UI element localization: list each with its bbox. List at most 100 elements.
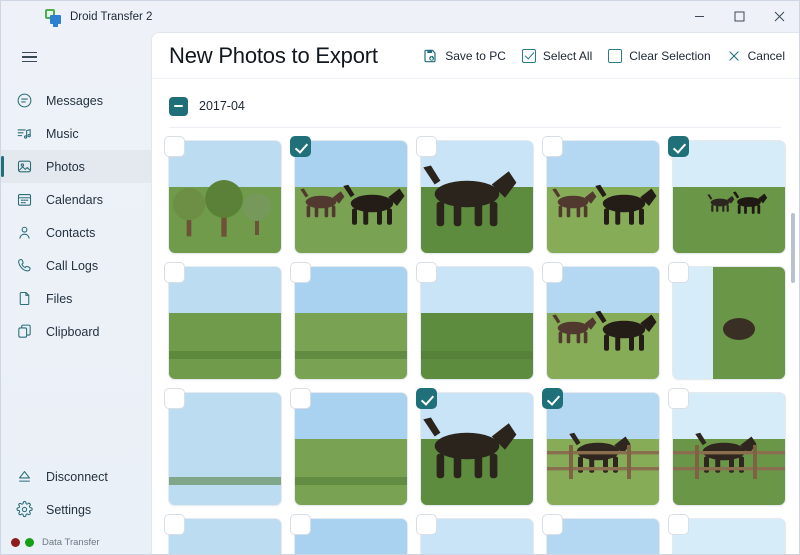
photo-thumbnail[interactable] <box>421 519 533 554</box>
photo-tile[interactable] <box>416 262 533 379</box>
status-label: Data Transfer <box>42 536 100 548</box>
sidebar-nav: Messages Music Photos Calendars Contacts Call… <box>1 84 151 348</box>
close-icon[interactable] <box>759 1 799 32</box>
photo-thumbnail[interactable] <box>421 141 533 253</box>
scrollbar-thumb[interactable] <box>791 213 795 283</box>
photo-thumbnail[interactable] <box>547 141 659 253</box>
photo-tile[interactable] <box>164 514 281 554</box>
photo-thumbnail[interactable] <box>673 393 785 505</box>
group-checkbox[interactable] <box>169 96 188 116</box>
sidebar-item-label: Music <box>46 126 79 141</box>
photo-tile[interactable] <box>290 136 407 253</box>
photo-thumbnail[interactable] <box>547 393 659 505</box>
photo-checkbox[interactable] <box>164 262 185 283</box>
photo-thumbnail[interactable] <box>421 393 533 505</box>
photo-thumbnail[interactable] <box>547 519 659 554</box>
photo-tile[interactable] <box>668 136 785 253</box>
photo-tile[interactable] <box>290 388 407 505</box>
status-bar: Data Transfer <box>1 530 151 554</box>
hamburger-icon[interactable] <box>9 40 49 74</box>
sidebar-item-calendars[interactable]: Calendars <box>1 183 151 216</box>
photo-grid <box>164 128 785 554</box>
photo-thumbnail[interactable] <box>295 267 407 379</box>
photo-checkbox[interactable] <box>290 136 311 157</box>
sidebar-nav-bottom: Disconnect Settings <box>1 460 151 530</box>
photo-tile[interactable] <box>542 136 659 253</box>
window-controls <box>679 1 799 32</box>
sidebar-item-label: Calendars <box>46 192 103 207</box>
droid-transfer-icon <box>45 8 61 27</box>
sidebar-item-label: Files <box>46 291 73 306</box>
photo-checkbox[interactable] <box>164 136 185 157</box>
clear-selection-button[interactable]: Clear Selection <box>608 48 711 63</box>
photo-checkbox[interactable] <box>164 388 185 409</box>
photo-checkbox[interactable] <box>416 136 437 157</box>
sidebar-item-contacts[interactable]: Contacts <box>1 216 151 249</box>
photo-thumbnail[interactable] <box>547 267 659 379</box>
minimize-icon[interactable] <box>679 1 719 32</box>
photo-thumbnail[interactable] <box>673 141 785 253</box>
calendar-icon <box>15 191 33 209</box>
sidebar-item-files[interactable]: Files <box>1 282 151 315</box>
sidebar-item-photos[interactable]: Photos <box>1 150 151 183</box>
sidebar-item-call-logs[interactable]: Call Logs <box>1 249 151 282</box>
photo-checkbox[interactable] <box>290 514 311 535</box>
sidebar-item-disconnect[interactable]: Disconnect <box>1 460 151 493</box>
photo-thumbnail[interactable] <box>169 519 281 554</box>
save-to-pc-button[interactable]: Save to PC <box>422 48 506 64</box>
photo-checkbox[interactable] <box>542 514 563 535</box>
photo-tile[interactable] <box>668 514 785 554</box>
sidebar-item-label: Disconnect <box>46 469 108 484</box>
sidebar-item-settings[interactable]: Settings <box>1 493 151 526</box>
cancel-button[interactable]: Cancel <box>727 49 785 63</box>
photo-checkbox[interactable] <box>668 136 689 157</box>
vertical-scrollbar[interactable] <box>790 103 796 443</box>
photo-checkbox[interactable] <box>542 262 563 283</box>
photo-checkbox[interactable] <box>668 262 689 283</box>
photo-tile[interactable] <box>290 514 407 554</box>
photo-tile[interactable] <box>542 262 659 379</box>
photo-checkbox[interactable] <box>164 514 185 535</box>
photo-checkbox[interactable] <box>290 388 311 409</box>
photo-checkbox[interactable] <box>416 514 437 535</box>
photo-tile[interactable] <box>416 388 533 505</box>
photo-tile[interactable] <box>416 136 533 253</box>
maximize-icon[interactable] <box>719 1 759 32</box>
photo-tile[interactable] <box>164 262 281 379</box>
photo-tile[interactable] <box>290 262 407 379</box>
photo-tile[interactable] <box>164 388 281 505</box>
photo-checkbox[interactable] <box>290 262 311 283</box>
action-label: Select All <box>542 48 593 63</box>
photo-thumbnail[interactable] <box>169 141 281 253</box>
photo-checkbox[interactable] <box>542 136 563 157</box>
photo-tile[interactable] <box>416 514 533 554</box>
photo-thumbnail[interactable] <box>673 519 785 554</box>
photo-thumbnail[interactable] <box>295 393 407 505</box>
photo-checkbox[interactable] <box>416 262 437 283</box>
gear-icon <box>15 501 33 519</box>
photo-tile[interactable] <box>542 514 659 554</box>
app-title: Droid Transfer 2 <box>70 10 153 23</box>
group-label: 2017-04 <box>199 99 245 113</box>
sidebar-item-messages[interactable]: Messages <box>1 84 151 117</box>
select-all-button[interactable]: Select All <box>521 48 593 63</box>
photo-tile[interactable] <box>164 136 281 253</box>
sidebar-item-label: Clipboard <box>46 324 100 339</box>
file-icon <box>15 290 33 308</box>
photo-thumbnail[interactable] <box>295 519 407 554</box>
photo-checkbox[interactable] <box>542 388 563 409</box>
photo-tile[interactable] <box>668 388 785 505</box>
photo-thumbnail[interactable] <box>169 393 281 505</box>
photo-checkbox[interactable] <box>668 514 689 535</box>
photo-checkbox[interactable] <box>668 388 689 409</box>
photo-tile[interactable] <box>542 388 659 505</box>
photo-checkbox[interactable] <box>416 388 437 409</box>
photo-tile[interactable] <box>668 262 785 379</box>
sidebar-item-label: Call Logs <box>46 258 99 273</box>
sidebar-item-clipboard[interactable]: Clipboard <box>1 315 151 348</box>
photo-thumbnail[interactable] <box>169 267 281 379</box>
photo-thumbnail[interactable] <box>673 267 785 379</box>
photo-thumbnail[interactable] <box>295 141 407 253</box>
sidebar-item-music[interactable]: Music <box>1 117 151 150</box>
photo-thumbnail[interactable] <box>421 267 533 379</box>
